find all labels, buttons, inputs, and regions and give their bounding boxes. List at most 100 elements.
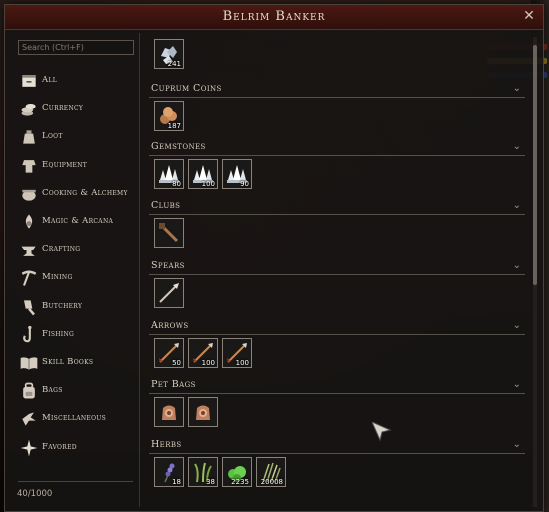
item-quantity: 90 [240, 180, 249, 188]
item-slot[interactable]: 18 [154, 457, 184, 487]
sidebar-item-label: Skill Books [42, 357, 94, 367]
book-icon [20, 357, 38, 370]
vertical-divider [139, 33, 140, 507]
loot-bag-icon [23, 130, 35, 145]
item-quantity: 187 [167, 122, 181, 130]
chevron-down-icon[interactable]: ⌄ [513, 379, 521, 390]
anvil-icon [21, 246, 36, 257]
sidebar-item-favored[interactable]: Favored [13, 436, 133, 460]
item-slot[interactable] [154, 278, 184, 308]
banker-window: Belrim Banker ✕ All Currency Loot Equipment… [4, 4, 544, 512]
item-slot[interactable] [154, 397, 184, 427]
scrollbar-thumb[interactable] [533, 45, 537, 285]
chevron-down-icon[interactable]: ⌄ [513, 320, 521, 331]
all-icon [22, 75, 36, 87]
item-quantity: 241 [167, 60, 181, 68]
section-header[interactable]: Gemstones ⌄ [149, 141, 525, 156]
cleaver-icon [24, 299, 35, 315]
section-title: Spears [151, 260, 185, 271]
sidebar-item-cooking-alchemy[interactable]: Cooking & Alchemy [13, 182, 133, 206]
item-slot[interactable]: 100 [188, 159, 218, 189]
sidebar-item-label: Equipment [42, 159, 88, 170]
close-icon[interactable]: ✕ [521, 8, 537, 24]
sidebar-item-label: Favored [42, 441, 77, 452]
window-title: Belrim Banker [222, 9, 326, 24]
section-header[interactable]: Spears ⌄ [149, 260, 525, 275]
chevron-down-icon[interactable]: ⌄ [513, 439, 521, 450]
section-title: Herbs [151, 439, 182, 450]
sidebar-item-label: All [42, 75, 58, 85]
fishhook-icon [23, 325, 32, 343]
sidebar-item-crafting[interactable]: Crafting [13, 238, 133, 262]
section-title: Arrows [151, 320, 189, 331]
sidebar-item-currency[interactable]: Currency [13, 97, 133, 121]
sidebar-item-label: Bags [42, 385, 63, 396]
title-bar[interactable]: Belrim Banker ✕ [5, 5, 543, 30]
item-quantity: 38 [206, 478, 215, 486]
sidebar-item-skill-books[interactable]: Skill Books [13, 351, 133, 375]
item-quantity: 18 [172, 478, 181, 486]
sidebar-item-label: Crafting [42, 244, 81, 255]
sidebar-item-mining[interactable]: Mining [13, 266, 133, 290]
armor-icon [22, 159, 36, 173]
spear-icon [159, 283, 179, 303]
item-slot[interactable]: 50 [154, 338, 184, 368]
coins-icon [21, 104, 36, 116]
item-slot[interactable]: 187 [154, 101, 184, 131]
item-quantity: 50 [172, 359, 181, 367]
item-quantity: 2235 [231, 478, 249, 486]
sidebar-item-label: Butchery [42, 300, 83, 311]
category-sidebar: All Currency Loot Equipment Cooking & Alchem… [13, 35, 134, 503]
section-title: Cuprum Coins [151, 83, 222, 94]
misc-icon [22, 412, 36, 427]
item-slot[interactable]: 241 [154, 39, 184, 69]
section-header[interactable]: Cuprum Coins ⌄ [149, 83, 525, 98]
sidebar-item-equipment[interactable]: Equipment [13, 154, 133, 178]
sidebar-item-magic-arcana[interactable]: Magic & Arcana [13, 210, 133, 234]
sidebar-item-label: Currency [42, 103, 84, 114]
sidebar-item-label: Fishing [42, 328, 75, 339]
bank-capacity: 40/1000 [17, 489, 53, 499]
item-slot[interactable]: 38 [188, 457, 218, 487]
chevron-down-icon[interactable]: ⌄ [513, 141, 521, 152]
item-slot[interactable] [188, 397, 218, 427]
pet-bag-icon [162, 405, 176, 420]
sidebar-item-label: Mining [42, 272, 73, 283]
sidebar-item-all[interactable]: All [13, 69, 133, 93]
sidebar-item-label: Magic & Arcana [42, 216, 114, 226]
item-slot[interactable]: 90 [222, 159, 252, 189]
section-header[interactable]: Herbs ⌄ [149, 439, 525, 454]
sidebar-item-label: Miscellaneous [42, 413, 107, 424]
item-quantity: 100 [201, 359, 215, 367]
pet-bag-icon [196, 405, 210, 420]
item-quantity: 100 [201, 180, 215, 188]
chevron-down-icon[interactable]: ⌄ [513, 260, 521, 271]
club-icon [159, 223, 179, 243]
item-slot[interactable]: 100 [222, 338, 252, 368]
item-list: 241 Cuprum Coins ⌄ 187 Gemstones ⌄ 80 100 90 Clu… [149, 35, 525, 505]
sidebar-item-butchery[interactable]: Butchery [13, 295, 133, 319]
search-input[interactable] [18, 40, 134, 55]
item-slot[interactable]: 20008 [256, 457, 286, 487]
section-title: Clubs [151, 200, 181, 211]
section-header[interactable]: Clubs ⌄ [149, 200, 525, 215]
item-quantity: 80 [172, 180, 181, 188]
section-header[interactable]: Arrows ⌄ [149, 320, 525, 335]
sidebar-item-loot[interactable]: Loot [13, 125, 133, 149]
cauldron-icon [22, 189, 36, 201]
item-slot[interactable] [154, 218, 184, 248]
item-quantity: 20008 [260, 478, 283, 486]
chevron-down-icon[interactable]: ⌄ [513, 83, 521, 94]
sidebar-item-label: Cooking & Alchemy [42, 187, 128, 198]
section-header[interactable]: Pet Bags ⌄ [149, 379, 525, 394]
item-slot[interactable]: 100 [188, 338, 218, 368]
item-slot[interactable]: 80 [154, 159, 184, 189]
sidebar-item-miscellaneous[interactable]: Miscellaneous [13, 407, 133, 431]
mouse-cursor-icon [372, 422, 392, 442]
sidebar-item-bags[interactable]: Bags [13, 379, 133, 403]
sidebar-item-fishing[interactable]: Fishing [13, 323, 133, 347]
chevron-down-icon[interactable]: ⌄ [513, 200, 521, 211]
sidebar-item-label: Loot [42, 131, 63, 142]
backpack-icon [23, 382, 35, 399]
item-slot[interactable]: 2235 [222, 457, 252, 487]
